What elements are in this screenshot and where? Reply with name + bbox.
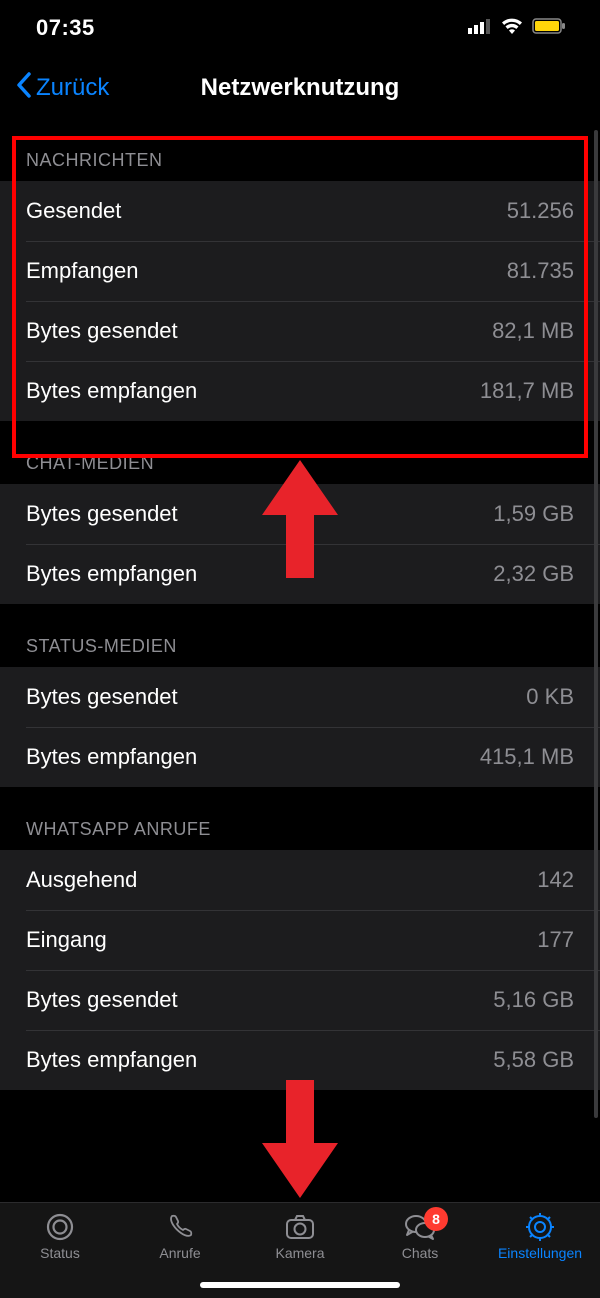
section-body-anrufe: Ausgehend 142 Eingang 177 Bytes gesendet…: [0, 850, 600, 1090]
label-status-bytes-gesendet: Bytes gesendet: [26, 684, 178, 710]
value-gesendet: 51.256: [507, 198, 574, 224]
annotation-arrow-down-icon: [260, 1078, 340, 1198]
label-bytes-empfangen: Bytes empfangen: [26, 378, 197, 404]
value-anrufe-bytes-empfangen: 5,58 GB: [493, 1047, 574, 1073]
label-gesendet: Gesendet: [26, 198, 121, 224]
section-body-nachrichten: Gesendet 51.256 Empfangen 81.735 Bytes g…: [0, 181, 600, 421]
tab-kamera[interactable]: Kamera: [250, 1211, 350, 1261]
status-indicators: [468, 17, 566, 40]
section-header-anrufe: WHATSAPP ANRUFE: [0, 787, 600, 850]
label-chat-bytes-gesendet: Bytes gesendet: [26, 501, 178, 527]
row-bytes-gesendet: Bytes gesendet 82,1 MB: [0, 301, 600, 361]
gear-icon: [525, 1211, 555, 1243]
row-gesendet: Gesendet 51.256: [0, 181, 600, 241]
chevron-left-icon: [14, 71, 32, 106]
row-eingang: Eingang 177: [0, 910, 600, 970]
signal-icon: [468, 18, 492, 39]
status-time: 07:35: [36, 15, 95, 41]
row-anrufe-bytes-empfangen: Bytes empfangen 5,58 GB: [0, 1030, 600, 1090]
row-bytes-empfangen: Bytes empfangen 181,7 MB: [0, 361, 600, 421]
row-anrufe-bytes-gesendet: Bytes gesendet 5,16 GB: [0, 970, 600, 1030]
section-header-statusmedien: STATUS-MEDIEN: [0, 604, 600, 667]
label-empfangen: Empfangen: [26, 258, 139, 284]
section-header-nachrichten: NACHRICHTEN: [0, 120, 600, 181]
label-anrufe-bytes-gesendet: Bytes gesendet: [26, 987, 178, 1013]
row-chat-bytes-empfangen: Bytes empfangen 2,32 GB: [0, 544, 600, 604]
home-indicator[interactable]: [200, 1282, 400, 1288]
tab-status-label: Status: [40, 1245, 80, 1261]
tab-einstellungen-label: Einstellungen: [498, 1245, 582, 1261]
status-ring-icon: [45, 1211, 75, 1243]
value-status-bytes-empfangen: 415,1 MB: [480, 744, 574, 770]
row-status-bytes-gesendet: Bytes gesendet 0 KB: [0, 667, 600, 727]
tab-status[interactable]: Status: [10, 1211, 110, 1261]
tab-kamera-label: Kamera: [275, 1245, 324, 1261]
value-ausgehend: 142: [537, 867, 574, 893]
wifi-icon: [500, 17, 524, 40]
value-status-bytes-gesendet: 0 KB: [526, 684, 574, 710]
row-empfangen: Empfangen 81.735: [0, 241, 600, 301]
status-bar: 07:35: [0, 0, 600, 56]
chats-badge: 8: [424, 1207, 448, 1231]
value-eingang: 177: [537, 927, 574, 953]
back-label: Zurück: [36, 74, 109, 102]
value-anrufe-bytes-gesendet: 5,16 GB: [493, 987, 574, 1013]
label-chat-bytes-empfangen: Bytes empfangen: [26, 561, 197, 587]
row-chat-bytes-gesendet: Bytes gesendet 1,59 GB: [0, 484, 600, 544]
nav-header: Zurück Netzwerknutzung: [0, 56, 600, 120]
value-bytes-empfangen: 181,7 MB: [480, 378, 574, 404]
value-chat-bytes-empfangen: 2,32 GB: [493, 561, 574, 587]
scrollbar[interactable]: [594, 130, 598, 1118]
value-chat-bytes-gesendet: 1,59 GB: [493, 501, 574, 527]
page-title: Netzwerknutzung: [201, 74, 400, 102]
row-ausgehend: Ausgehend 142: [0, 850, 600, 910]
label-eingang: Eingang: [26, 927, 107, 953]
section-body-chatmedien: Bytes gesendet 1,59 GB Bytes empfangen 2…: [0, 484, 600, 604]
section-header-chatmedien: CHAT-MEDIEN: [0, 421, 600, 484]
label-anrufe-bytes-empfangen: Bytes empfangen: [26, 1047, 197, 1073]
battery-icon: [532, 18, 566, 39]
row-status-bytes-empfangen: Bytes empfangen 415,1 MB: [0, 727, 600, 787]
tab-anrufe[interactable]: Anrufe: [130, 1211, 230, 1261]
label-ausgehend: Ausgehend: [26, 867, 137, 893]
value-empfangen: 81.735: [507, 258, 574, 284]
camera-icon: [284, 1211, 316, 1243]
label-bytes-gesendet: Bytes gesendet: [26, 318, 178, 344]
phone-icon: [165, 1211, 195, 1243]
value-bytes-gesendet: 82,1 MB: [492, 318, 574, 344]
label-status-bytes-empfangen: Bytes empfangen: [26, 744, 197, 770]
tab-chats-label: Chats: [402, 1245, 439, 1261]
section-body-statusmedien: Bytes gesendet 0 KB Bytes empfangen 415,…: [0, 667, 600, 787]
tab-anrufe-label: Anrufe: [159, 1245, 200, 1261]
tab-einstellungen[interactable]: Einstellungen: [490, 1211, 590, 1261]
tab-chats[interactable]: 8 Chats: [370, 1211, 470, 1261]
back-button[interactable]: Zurück: [14, 71, 109, 106]
